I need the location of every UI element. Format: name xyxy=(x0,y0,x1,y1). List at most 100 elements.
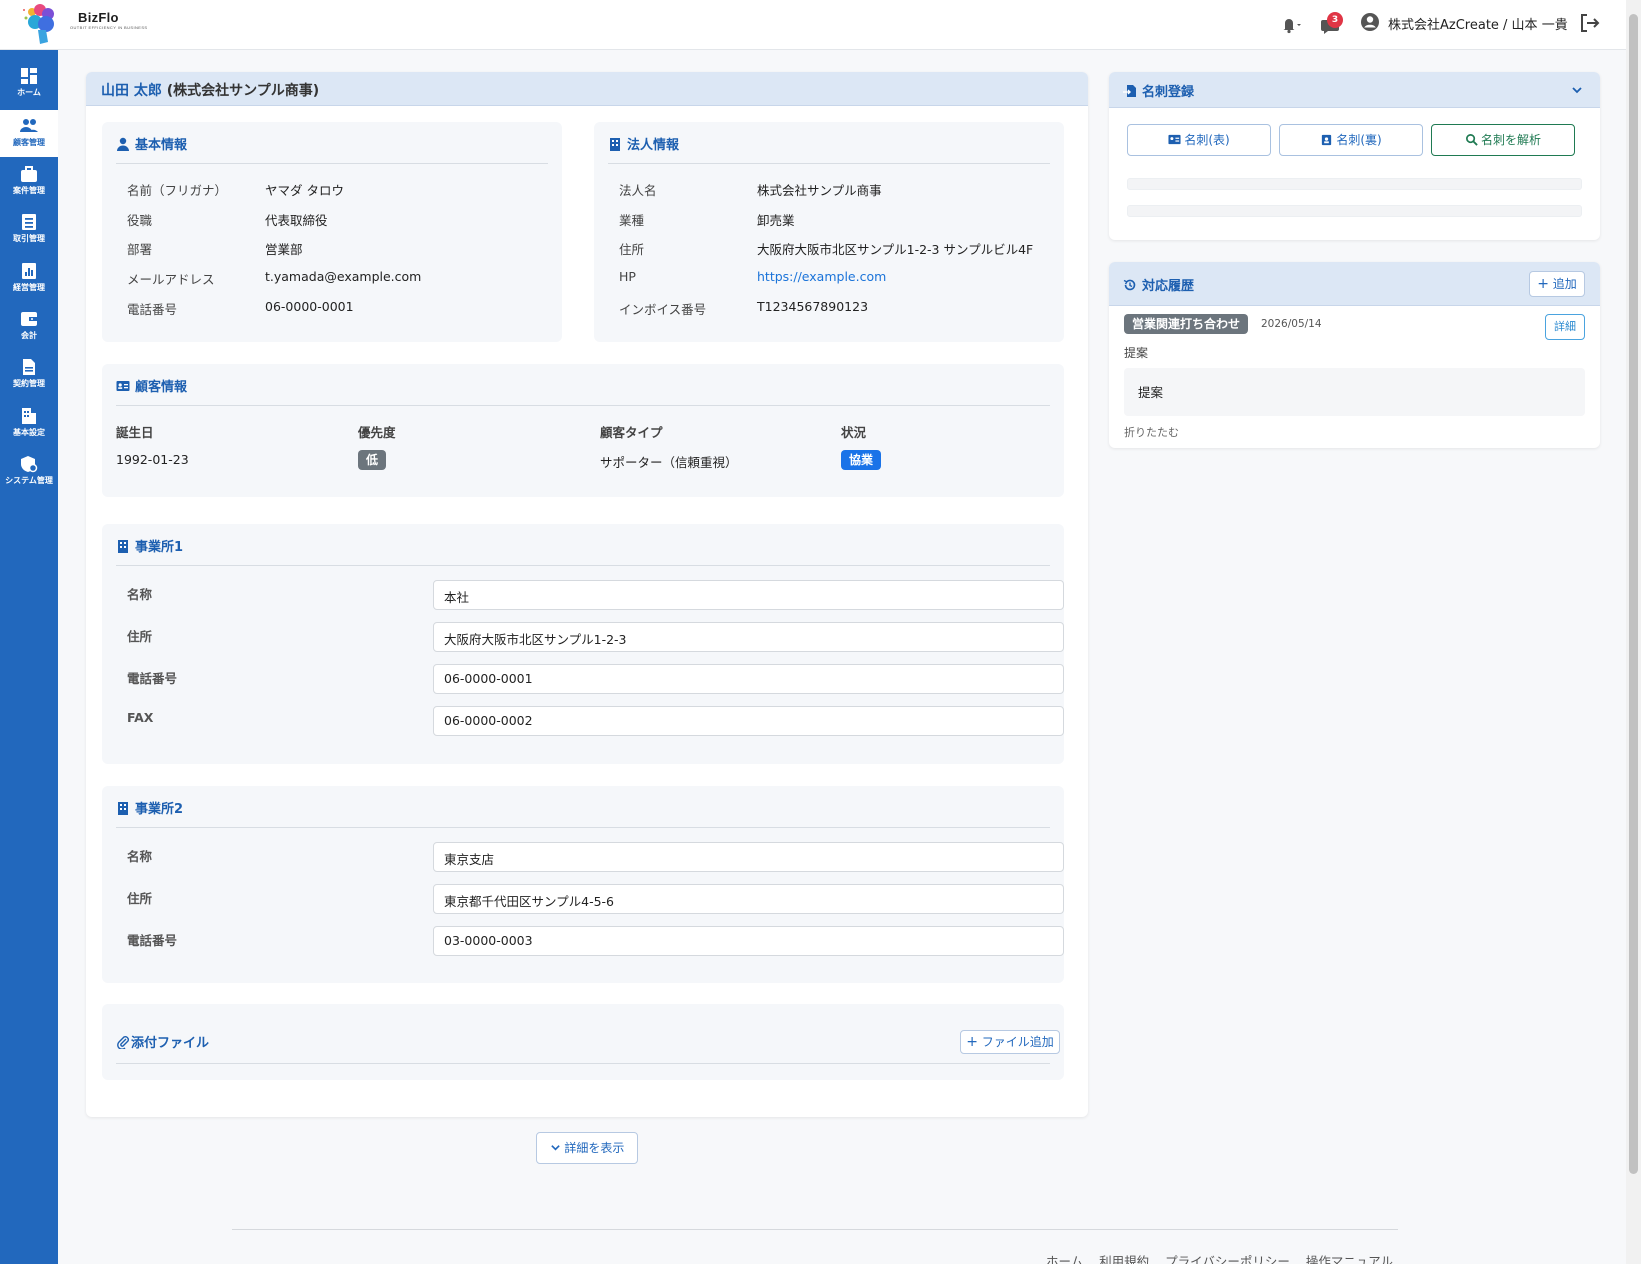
office2-phone-field[interactable]: 03-0000-0003 xyxy=(433,926,1064,956)
address-value: 大阪府大阪市北区サンプル1-2-3 サンプルビル4F xyxy=(757,242,1034,257)
office1-address-field[interactable]: 大阪府大阪市北区サンプル1-2-3 xyxy=(433,622,1064,652)
section-header: 顧客情報 xyxy=(116,376,1050,406)
homepage-link[interactable]: https://example.com xyxy=(757,269,886,284)
email-value: t.yamada@example.com xyxy=(265,269,422,284)
chevron-down-icon[interactable] xyxy=(1571,84,1583,96)
office1-phone-field[interactable]: 06-0000-0001 xyxy=(433,664,1064,694)
section-title: 顧客情報 xyxy=(135,380,188,395)
receipt-icon xyxy=(22,214,36,230)
panel-header: 名刺登録 xyxy=(1109,72,1600,108)
user-avatar-icon[interactable] xyxy=(1360,12,1380,32)
sidebar-item-label: 経営管理 xyxy=(13,283,45,292)
office1-fax-field[interactable]: 06-0000-0002 xyxy=(433,706,1064,736)
field-label: 法人名 xyxy=(619,183,657,198)
shield-gear-icon xyxy=(21,456,38,473)
analyze-card-button[interactable]: 名刺を解析 xyxy=(1431,124,1575,156)
sidebar-item-label: 会計 xyxy=(21,331,37,340)
users-icon xyxy=(20,119,38,132)
field-label: 住所 xyxy=(619,242,645,257)
history-body-box: 提案 xyxy=(1124,368,1585,416)
section-title: 法人情報 xyxy=(627,138,680,153)
sidebar-item-settings[interactable]: 基本設定 xyxy=(0,400,58,447)
status-header: 状況 xyxy=(841,425,867,440)
field-label: インボイス番号 xyxy=(619,302,707,317)
sidebar-item-accounting[interactable]: 会計 xyxy=(0,303,58,350)
history-detail-button[interactable]: 詳細 xyxy=(1545,314,1585,340)
industry-value: 卸売業 xyxy=(757,213,795,228)
customer-company: (株式会社サンプル商事) xyxy=(166,83,320,99)
panel-header: 対応履歴 + 追加 xyxy=(1109,262,1600,306)
customer-name: 山田 太郎 xyxy=(101,83,162,99)
building-icon xyxy=(610,138,620,151)
show-details-label: 詳細を表示 xyxy=(564,1141,625,1155)
history-date: 2026/05/14 xyxy=(1261,318,1322,330)
page-scrollbar[interactable] xyxy=(1626,0,1641,1264)
office1-section: 事業所1 名称 本社 住所 大阪府大阪市北区サンプル1-2-3 電話番号 06-… xyxy=(102,524,1064,764)
footer-links: ホーム 利用規約 プライバシーポリシー 操作マニュアル xyxy=(1046,1251,1405,1264)
field-label: 電話番号 xyxy=(127,933,178,948)
plus-icon: + xyxy=(966,1034,978,1050)
bizflo-logo-icon[interactable] xyxy=(20,2,60,46)
customer-info-section: 顧客情報 誕生日 1992-01-23 優先度 低 顧客タイプ サポーター（信頼… xyxy=(102,364,1064,497)
card-import-icon xyxy=(1123,85,1136,97)
birthday-header: 誕生日 xyxy=(116,425,154,440)
notification-bell-icon[interactable] xyxy=(1276,13,1302,35)
section-header: 添付ファイル + ファイル追加 xyxy=(116,1016,1060,1064)
card-front-button[interactable]: 名刺(表) xyxy=(1127,124,1271,156)
business-card-panel: 名刺登録 名刺(表) 名刺(裏) 名刺を解析 xyxy=(1109,72,1600,240)
page-title: 山田 太郎 (株式会社サンプル商事) xyxy=(86,72,1088,106)
field-label: 住所 xyxy=(127,629,153,644)
field-label: 名称 xyxy=(127,849,153,864)
invoice-number-value: T1234567890123 xyxy=(757,299,869,314)
sidebar-item-transactions[interactable]: 取引管理 xyxy=(0,206,58,253)
sidebar-item-home[interactable]: ホーム xyxy=(0,60,58,107)
field-label: HP xyxy=(619,269,636,284)
analyze-card-label: 名刺を解析 xyxy=(1480,133,1541,147)
priority-badge: 低 xyxy=(358,450,387,470)
office2-address-field[interactable]: 東京都千代田区サンプル4-5-6 xyxy=(433,884,1064,914)
basic-info-section: 基本情報 名前（フリガナ） ヤマダ タロウ 役職 代表取締役 部署 営業部 メー… xyxy=(102,122,562,342)
section-title: 基本情報 xyxy=(135,138,188,153)
attachments-section: 添付ファイル + ファイル追加 xyxy=(102,1004,1064,1080)
sidebar-item-label: ホーム xyxy=(17,88,41,97)
show-details-button[interactable]: 詳細を表示 xyxy=(536,1132,638,1164)
office2-name-field[interactable]: 東京支店 xyxy=(433,842,1064,872)
history-panel: 対応履歴 + 追加 営業関連打ち合わせ 2026/05/14 詳細 提案 提案 … xyxy=(1109,262,1600,448)
sidebar-item-contracts[interactable]: 契約管理 xyxy=(0,351,58,398)
add-file-button[interactable]: + ファイル追加 xyxy=(960,1030,1060,1054)
sidebar-item-projects[interactable]: 案件管理 xyxy=(0,158,58,205)
app-tagline: OUTBIT EFFICIENCY IN BUSINESS xyxy=(70,25,148,30)
field-label: FAX xyxy=(127,710,154,725)
sidebar-item-system[interactable]: システム管理 xyxy=(0,448,58,495)
field-label: メールアドレス xyxy=(127,272,215,287)
logout-icon[interactable] xyxy=(1578,12,1600,34)
plus-icon: + xyxy=(1537,276,1549,292)
section-title: 事業所2 xyxy=(135,802,184,817)
field-label: 電話番号 xyxy=(127,302,178,317)
collapse-link[interactable]: 折りたたむ xyxy=(1124,424,1179,440)
chart-icon xyxy=(22,263,36,279)
user-company-label[interactable]: 株式会社AzCreate / 山本 一貴 xyxy=(1388,14,1568,33)
office1-name-field[interactable]: 本社 xyxy=(433,580,1064,610)
field-label: 業種 xyxy=(619,213,645,228)
position-value: 代表取締役 xyxy=(265,213,328,228)
sidebar-item-label: 案件管理 xyxy=(13,186,45,195)
section-title: 添付ファイル xyxy=(131,1036,210,1051)
footer-link-terms[interactable]: 利用規約 xyxy=(1099,1254,1149,1264)
sidebar-item-customers[interactable]: 顧客管理 xyxy=(0,110,58,157)
field-label: 電話番号 xyxy=(127,671,178,686)
add-history-button[interactable]: + 追加 xyxy=(1529,271,1585,297)
status-badge: 協業 xyxy=(841,450,882,470)
footer-link-privacy[interactable]: プライバシーポリシー xyxy=(1165,1254,1290,1264)
card-back-button[interactable]: 名刺(裏) xyxy=(1279,124,1423,156)
scrollbar-thumb[interactable] xyxy=(1629,14,1638,1174)
field-label: 部署 xyxy=(127,242,153,257)
priority-header: 優先度 xyxy=(358,425,396,440)
footer-link-manual[interactable]: 操作マニュアル xyxy=(1306,1254,1393,1264)
sidebar-item-label: 契約管理 xyxy=(13,379,45,388)
sidebar-item-management[interactable]: 経営管理 xyxy=(0,255,58,302)
id-badge-icon xyxy=(1322,134,1332,146)
footer-link-home[interactable]: ホーム xyxy=(1046,1254,1083,1264)
building-icon xyxy=(118,802,128,815)
field-label: 名前（フリガナ） xyxy=(127,183,228,198)
